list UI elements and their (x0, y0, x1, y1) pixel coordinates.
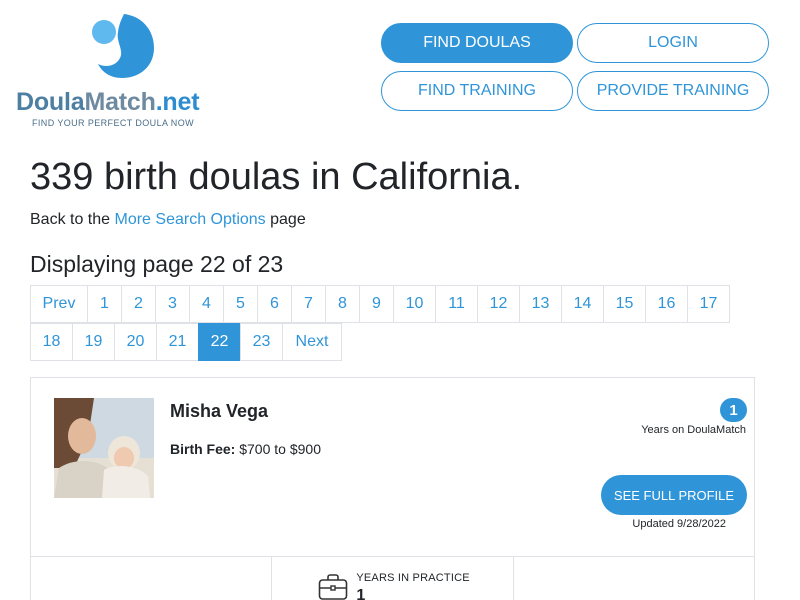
logo-mark-icon (92, 14, 154, 78)
pagination-page-4[interactable]: 4 (189, 285, 224, 323)
pagination-page-13[interactable]: 13 (519, 285, 562, 323)
pagination-page-15[interactable]: 15 (603, 285, 646, 323)
pagination-page-14[interactable]: 14 (561, 285, 604, 323)
logo-tagline: FIND YOUR PERFECT DOULA NOW (32, 118, 194, 128)
stats-row: YEARS IN PRACTICE 1 (31, 556, 754, 600)
page-title: 339 birth doulas in California. (30, 156, 523, 198)
stat-cell-left (31, 557, 273, 600)
doula-photo[interactable] (54, 398, 154, 498)
pagination-row-1: Prev 1 2 3 4 5 6 7 8 9 10 11 12 13 14 15 16 17 (30, 285, 730, 323)
find-training-button[interactable]: FIND TRAINING (381, 71, 573, 111)
updated-date: Updated 9/28/2022 (632, 518, 726, 530)
login-button[interactable]: LOGIN (577, 23, 769, 63)
pagination-page-19[interactable]: 19 (72, 323, 115, 361)
pagination-page-5[interactable]: 5 (223, 285, 258, 323)
pagination-page-23[interactable]: 23 (240, 323, 283, 361)
years-in-practice-value: 1 (356, 587, 366, 600)
years-on-site-badge: 1 (720, 398, 747, 422)
pagination-page-6[interactable]: 6 (257, 285, 292, 323)
pagination-page-17[interactable]: 17 (687, 285, 730, 323)
doula-name[interactable]: Misha Vega (170, 401, 268, 422)
birth-fee: Birth Fee: $700 to $900 (170, 441, 321, 457)
pagination-page-9[interactable]: 9 (359, 285, 394, 323)
pagination-next[interactable]: Next (282, 323, 342, 361)
briefcase-icon (319, 574, 348, 600)
doula-result-card: Misha Vega Birth Fee: $700 to $900 1 Yea… (30, 377, 755, 600)
pagination-page-18[interactable]: 18 (30, 323, 73, 361)
find-doulas-button[interactable]: FIND DOULAS (381, 23, 573, 63)
pagination-page-11[interactable]: 11 (435, 285, 478, 323)
pagination-page-10[interactable]: 10 (393, 285, 436, 323)
pagination-page-12[interactable]: 12 (477, 285, 520, 323)
pagination-page-20[interactable]: 20 (114, 323, 157, 361)
doula-photo-image (54, 398, 154, 498)
pagination-page-7[interactable]: 7 (291, 285, 326, 323)
pagination-page-3[interactable]: 3 (155, 285, 190, 323)
years-on-site-caption: Years on DoulaMatch (641, 424, 746, 436)
page-count-heading: Displaying page 22 of 23 (30, 251, 284, 277)
pagination-page-8[interactable]: 8 (325, 285, 360, 323)
provide-training-button[interactable]: PROVIDE TRAINING (577, 71, 769, 111)
pagination-page-22[interactable]: 22 (198, 323, 241, 361)
site-logo[interactable]: DoulaMatch.net FIND YOUR PERFECT DOULA N… (16, 12, 226, 132)
pagination-page-1[interactable]: 1 (87, 285, 122, 323)
pagination-prev[interactable]: Prev (30, 285, 88, 323)
stat-cell-right (514, 557, 754, 600)
stat-cell-years: YEARS IN PRACTICE 1 (272, 557, 514, 600)
pagination-page-21[interactable]: 21 (156, 323, 199, 361)
back-to-search-line: Back to the More Search Options page (30, 211, 306, 228)
years-in-practice-label: YEARS IN PRACTICE (356, 572, 470, 584)
logo-wordmark: DoulaMatch.net (16, 88, 200, 116)
see-full-profile-button[interactable]: SEE FULL PROFILE (601, 475, 747, 515)
pagination-page-16[interactable]: 16 (645, 285, 688, 323)
pagination-page-2[interactable]: 2 (121, 285, 156, 323)
pagination-row-2: 18 19 20 21 22 23 Next (30, 323, 342, 361)
more-search-options-link[interactable]: More Search Options (115, 211, 266, 228)
